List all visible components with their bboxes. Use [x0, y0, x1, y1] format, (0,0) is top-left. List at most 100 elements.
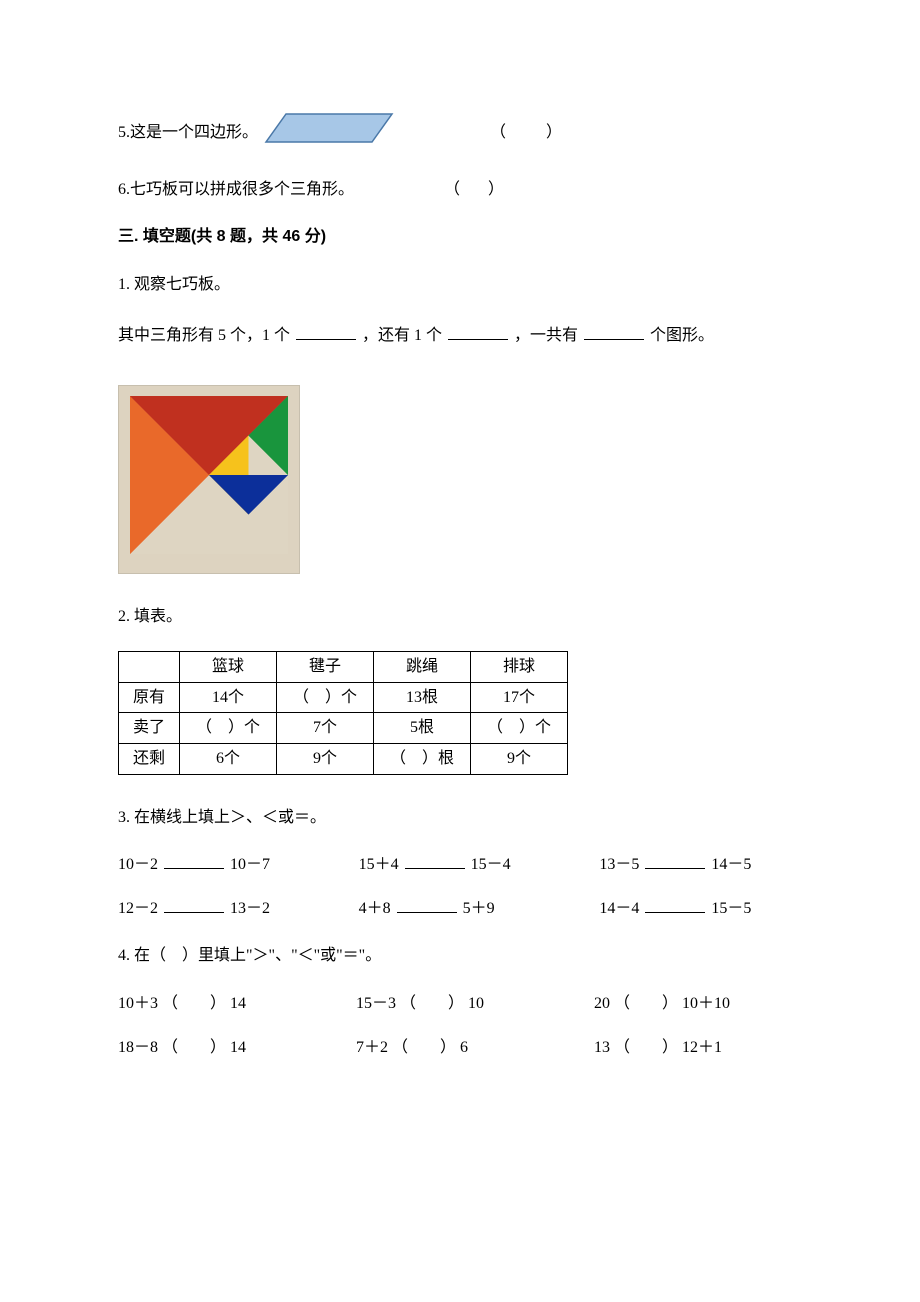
worksheet-page: 5. 这是一个四边形。 （ ） 6. 七巧板可以拼成很多个三角形。 （ ） 三.…: [0, 0, 920, 1162]
paren-blank[interactable]: （ ）: [614, 995, 678, 1012]
table-row: 还剩 6个 9个 （ ）根 9个: [119, 743, 568, 774]
paren-right: ）: [488, 177, 504, 203]
table-cell: 还剩: [119, 743, 180, 774]
paren-blank[interactable]: （ ）: [162, 995, 226, 1012]
lhs: 20: [594, 995, 610, 1012]
rhs: 6: [460, 1039, 468, 1056]
table-cell: 17个: [471, 682, 568, 713]
fill-q3-title: 3. 在横线上填上＞、＜或＝。: [118, 805, 802, 831]
q-text: 在横线上填上＞、＜或＝。: [134, 809, 326, 826]
table-cell: 毽子: [277, 652, 374, 683]
rhs: 10－7: [230, 856, 270, 873]
q-text: 七巧板可以拼成很多个三角形。: [130, 177, 354, 203]
table-cell: [119, 652, 180, 683]
compare-item: 14－4 15－5: [599, 896, 802, 922]
lhs: 14－4: [599, 900, 639, 917]
table-cell: 原有: [119, 682, 180, 713]
table-cell: 排球: [471, 652, 568, 683]
compare-item: 13－5 14－5: [599, 852, 802, 878]
table-cell: 5根: [374, 713, 471, 744]
q-text-part: ，一共有: [514, 327, 578, 344]
table-cell: 9个: [277, 743, 374, 774]
compare-item: 10＋3 （ ） 14: [118, 991, 318, 1017]
compare-item: 4＋8 5＋9: [359, 896, 562, 922]
paren-left: （: [490, 120, 506, 146]
trapezoid-icon: [264, 110, 394, 155]
q-text-part: 其中三角形有 5 个，1 个: [118, 327, 290, 344]
fill-q3-grid: 10－2 10－7 15＋4 15－4 13－5 14－5 12－2 13－2 …: [118, 852, 802, 921]
q-number: 6.: [118, 177, 130, 203]
fill-blank[interactable]: [584, 323, 644, 340]
rhs: 12＋1: [682, 1039, 722, 1056]
q-text: 在（ ）里填上"＞"、"＜"或"＝"。: [134, 947, 381, 964]
lhs: 15－3: [356, 995, 396, 1012]
table-row: 原有 14个 （ ）个 13根 17个: [119, 682, 568, 713]
fill-q4-title: 4. 在（ ）里填上"＞"、"＜"或"＝"。: [118, 943, 802, 969]
rhs: 15－4: [471, 856, 511, 873]
q-text-part: ，还有 1 个: [362, 327, 442, 344]
q-text: 观察七巧板。: [134, 276, 230, 293]
table-cell: 13根: [374, 682, 471, 713]
table-cell: 篮球: [180, 652, 277, 683]
table-cell: 跳绳: [374, 652, 471, 683]
rhs: 5＋9: [463, 900, 495, 917]
table-cell[interactable]: （ ）个: [180, 713, 277, 744]
rhs: 14: [230, 995, 246, 1012]
rhs: 14: [230, 1039, 246, 1056]
q-text: 这是一个四边形。: [130, 120, 258, 146]
paren-right: ）: [546, 120, 562, 146]
lhs: 13－5: [599, 856, 639, 873]
q-number: 5.: [118, 120, 130, 146]
lhs: 4＋8: [359, 900, 391, 917]
compare-item: 18－8 （ ） 14: [118, 1035, 318, 1061]
table-cell[interactable]: （ ）个: [277, 682, 374, 713]
section-3-heading: 三. 填空题(共 8 题，共 46 分): [118, 224, 802, 250]
compare-item: 12－2 13－2: [118, 896, 321, 922]
fill-blank[interactable]: [296, 323, 356, 340]
q-number: 1.: [118, 276, 130, 293]
q-text: 填表。: [134, 608, 182, 625]
lhs: 12－2: [118, 900, 158, 917]
q-text-part: 个图形。: [650, 327, 714, 344]
fill-q1-sentence: 其中三角形有 5 个，1 个 ，还有 1 个 ，一共有 个图形。: [118, 323, 802, 349]
rhs: 15－5: [711, 900, 751, 917]
fill-q2-table: 篮球 毽子 跳绳 排球 原有 14个 （ ）个 13根 17个 卖了 （ ）个 …: [118, 651, 568, 774]
q-number: 4.: [118, 947, 130, 964]
tangram-image: [118, 385, 300, 574]
paren-left: （: [444, 177, 460, 203]
fill-q2-title: 2. 填表。: [118, 604, 802, 630]
paren-blank[interactable]: （ ）: [162, 1039, 226, 1056]
lhs: 13: [594, 1039, 610, 1056]
table-cell: 卖了: [119, 713, 180, 744]
fill-blank[interactable]: [397, 896, 457, 913]
lhs: 15＋4: [359, 856, 399, 873]
lhs: 18－8: [118, 1039, 158, 1056]
table-cell[interactable]: （ ）个: [471, 713, 568, 744]
q-number: 3.: [118, 809, 130, 826]
fill-blank[interactable]: [164, 852, 224, 869]
tf-q5: 5. 这是一个四边形。 （ ）: [118, 110, 802, 155]
rhs: 10: [468, 995, 484, 1012]
paren-blank[interactable]: （ ）: [392, 1039, 456, 1056]
fill-blank[interactable]: [405, 852, 465, 869]
lhs: 10＋3: [118, 995, 158, 1012]
paren-blank[interactable]: （ ）: [614, 1039, 678, 1056]
table-cell[interactable]: （ ）根: [374, 743, 471, 774]
fill-blank[interactable]: [164, 896, 224, 913]
compare-item: 13 （ ） 12＋1: [594, 1035, 802, 1061]
fill-q1-line1: 1. 观察七巧板。: [118, 272, 802, 298]
paren-blank[interactable]: （ ）: [400, 995, 464, 1012]
compare-item: 15＋4 15－4: [359, 852, 562, 878]
rhs: 14－5: [711, 856, 751, 873]
fill-blank[interactable]: [645, 896, 705, 913]
fill-blank[interactable]: [448, 323, 508, 340]
table-cell: 9个: [471, 743, 568, 774]
q-number: 2.: [118, 608, 130, 625]
compare-item: 10－2 10－7: [118, 852, 321, 878]
table-row: 篮球 毽子 跳绳 排球: [119, 652, 568, 683]
rhs: 13－2: [230, 900, 270, 917]
table-row: 卖了 （ ）个 7个 5根 （ ）个: [119, 713, 568, 744]
fill-q4-grid: 10＋3 （ ） 14 15－3 （ ） 10 20 （ ） 10＋10 18－…: [118, 991, 802, 1060]
compare-item: 7＋2 （ ） 6: [356, 1035, 556, 1061]
fill-blank[interactable]: [645, 852, 705, 869]
